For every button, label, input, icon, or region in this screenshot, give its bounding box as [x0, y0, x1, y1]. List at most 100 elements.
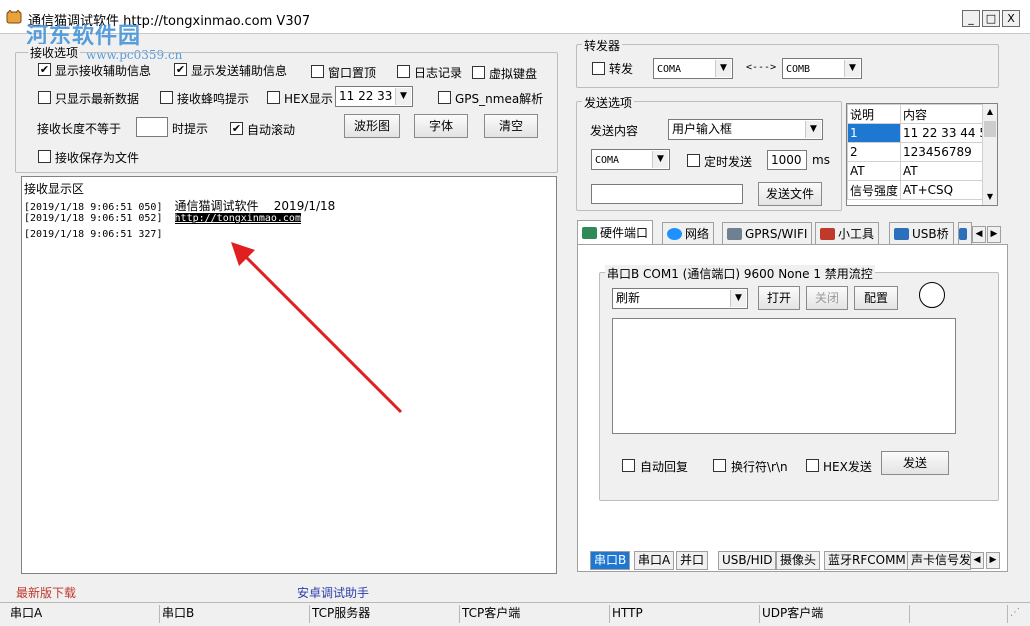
tab-serial-b[interactable]: 串口B — [590, 551, 631, 570]
send-file-button[interactable]: 发送文件 — [758, 182, 822, 206]
status-extra — [910, 605, 1008, 623]
virtual-keyboard-checkbox[interactable] — [472, 66, 485, 79]
table-header-desc: 说明 — [847, 104, 902, 124]
tab-label: 网络 — [685, 226, 710, 241]
receive-line-time: [2019/1/18 9:06:51 327] — [24, 229, 163, 240]
send-button[interactable]: 发送 — [881, 451, 949, 475]
auto-scroll-label: 自动滚动 — [247, 123, 296, 137]
maximize-button[interactable]: □ — [982, 10, 1000, 27]
hex-send-checkbox[interactable] — [806, 459, 819, 472]
hex-send-label: HEX发送 — [823, 460, 872, 474]
send-file-path-input[interactable] — [591, 184, 743, 204]
tab-camera[interactable]: 摄像头 — [776, 551, 821, 570]
config-button[interactable]: 配置 — [854, 286, 898, 310]
send-interval-input[interactable]: 1000 — [767, 150, 807, 170]
tab-parallel[interactable]: 并口 — [676, 551, 709, 570]
scroll-thumb[interactable] — [984, 121, 996, 137]
hex-display-checkbox[interactable] — [267, 91, 280, 104]
hex-display-label: HEX显示 — [284, 92, 333, 106]
log-record-label: 日志记录 — [414, 66, 463, 80]
latest-download-link[interactable]: 最新版下载 — [16, 584, 76, 601]
open-port-button[interactable]: 打开 — [758, 286, 800, 310]
show-recv-aux-checkbox[interactable]: ✔ — [38, 63, 51, 76]
table-row[interactable]: 信号强度 AT+CSQ — [847, 180, 997, 200]
table-cell-desc[interactable]: 信号强度 — [847, 180, 902, 200]
recv-beep-checkbox[interactable] — [160, 91, 173, 104]
resize-grip-icon[interactable]: ⋰ — [1010, 607, 1026, 623]
table-header-row: 说明 内容 — [847, 104, 997, 124]
tab-usb-bridge[interactable]: USB桥 — [889, 222, 954, 244]
forwarder-title: 转发器 — [582, 37, 623, 54]
tab-scroll-left-icon[interactable]: ◀ — [972, 226, 986, 243]
table-row[interactable]: 2 123456789 — [847, 142, 997, 162]
send-port-combo[interactable]: COMA ▼ — [591, 149, 670, 170]
newline-label: 换行符\r\n — [731, 460, 788, 474]
forward-from-combo[interactable]: COMA ▼ — [653, 58, 733, 79]
tab-overflow[interactable] — [958, 222, 972, 244]
tab-label: GPRS/WIFI — [745, 226, 808, 241]
close-button[interactable]: X — [1002, 10, 1020, 27]
bottom-tab-scroll-left-icon[interactable]: ◀ — [970, 552, 984, 569]
send-content-label: 发送内容 — [590, 124, 639, 138]
close-port-button[interactable]: 关闭 — [806, 286, 848, 310]
chevron-down-icon: ▼ — [395, 88, 411, 105]
send-interval-unit: ms — [812, 153, 830, 167]
serial-send-textarea[interactable] — [612, 318, 956, 434]
font-button[interactable]: 字体 — [414, 114, 468, 138]
title-bar: 通信猫调试软件 http://tongxinmao.com V307 _ □ X — [0, 0, 1030, 34]
show-send-aux-checkbox[interactable]: ✔ — [174, 63, 187, 76]
network-icon — [667, 227, 682, 240]
forward-to-combo[interactable]: COMB ▼ — [782, 58, 862, 79]
gps-nmea-checkbox[interactable] — [438, 91, 451, 104]
tab-bluetooth-rfcomm[interactable]: 蓝牙RFCOMM — [824, 551, 910, 570]
receive-line-link[interactable]: http://tongxinmao.com — [174, 213, 301, 224]
forward-checkbox[interactable] — [592, 62, 605, 75]
tab-usb-hid[interactable]: USB/HID — [718, 551, 777, 570]
minimize-button[interactable]: _ — [962, 10, 980, 27]
table-row[interactable]: AT AT — [847, 161, 997, 181]
auto-reply-label: 自动回复 — [640, 460, 689, 474]
hex-format-combo[interactable]: 11 22 33 ▼ — [335, 86, 413, 107]
log-record-checkbox[interactable] — [397, 65, 410, 78]
show-latest-only-label: 只显示最新数据 — [55, 92, 140, 106]
table-row[interactable]: 1 11 22 33 44 55 — [847, 123, 997, 143]
chevron-down-icon: ▼ — [805, 121, 821, 138]
tab-label: 硬件端口 — [600, 226, 649, 240]
show-latest-only-checkbox[interactable] — [38, 91, 51, 104]
android-helper-link[interactable]: 安卓调试助手 — [297, 584, 369, 601]
status-serial-b: 串口B — [160, 605, 310, 623]
tab-serial-a[interactable]: 串口A — [634, 551, 675, 570]
auto-reply-checkbox[interactable] — [622, 459, 635, 472]
save-to-file-checkbox[interactable] — [38, 150, 51, 163]
newline-checkbox[interactable] — [713, 459, 726, 472]
serial-port-combo[interactable]: 刷新 ▼ — [612, 288, 748, 309]
send-preset-table[interactable]: 说明 内容 1 11 22 33 44 55 2 123456789 AT AT… — [846, 103, 998, 206]
tab-network[interactable]: 网络 — [662, 222, 715, 244]
tab-scroll-right-icon[interactable]: ▶ — [987, 226, 1001, 243]
window-topmost-checkbox[interactable] — [311, 65, 324, 78]
table-scrollbar[interactable]: ▲ ▼ — [982, 104, 997, 205]
recv-length-input[interactable] — [136, 117, 168, 137]
auto-scroll-checkbox[interactable]: ✔ — [230, 122, 243, 135]
tab-sound-card[interactable]: 声卡信号发 — [907, 551, 971, 570]
timed-send-checkbox[interactable] — [687, 154, 700, 167]
bottom-tab-scroll-right-icon[interactable]: ▶ — [986, 552, 1000, 569]
table-cell-desc[interactable]: 1 — [847, 123, 902, 143]
send-content-combo[interactable]: 用户输入框 ▼ — [668, 119, 823, 140]
toolbox-icon — [820, 227, 835, 240]
chevron-down-icon: ▼ — [730, 290, 746, 307]
scroll-down-icon[interactable]: ▼ — [984, 190, 996, 204]
tab-hardware-port[interactable]: 硬件端口 — [577, 220, 654, 245]
tab-toolbox[interactable]: 小工具 — [815, 222, 880, 244]
timed-send-label: 定时发送 — [704, 155, 753, 169]
clear-button[interactable]: 清空 — [484, 114, 538, 138]
table-cell-desc[interactable]: AT — [847, 161, 902, 181]
status-bar: 串口A 串口B TCP服务器 TCP客户端 HTTP UDP客户端 ⋰ — [0, 602, 1030, 626]
receive-line-time: [2019/1/18 9:06:51 050] — [24, 202, 163, 213]
scroll-up-icon[interactable]: ▲ — [984, 105, 996, 119]
tab-gprs-wifi[interactable]: GPRS/WIFI — [722, 222, 813, 244]
gprs-wifi-icon — [727, 227, 742, 240]
receive-line: [2019/1/18 9:06:51 327] — [24, 229, 162, 240]
waveform-button[interactable]: 波形图 — [344, 114, 400, 138]
table-cell-desc[interactable]: 2 — [847, 142, 902, 162]
